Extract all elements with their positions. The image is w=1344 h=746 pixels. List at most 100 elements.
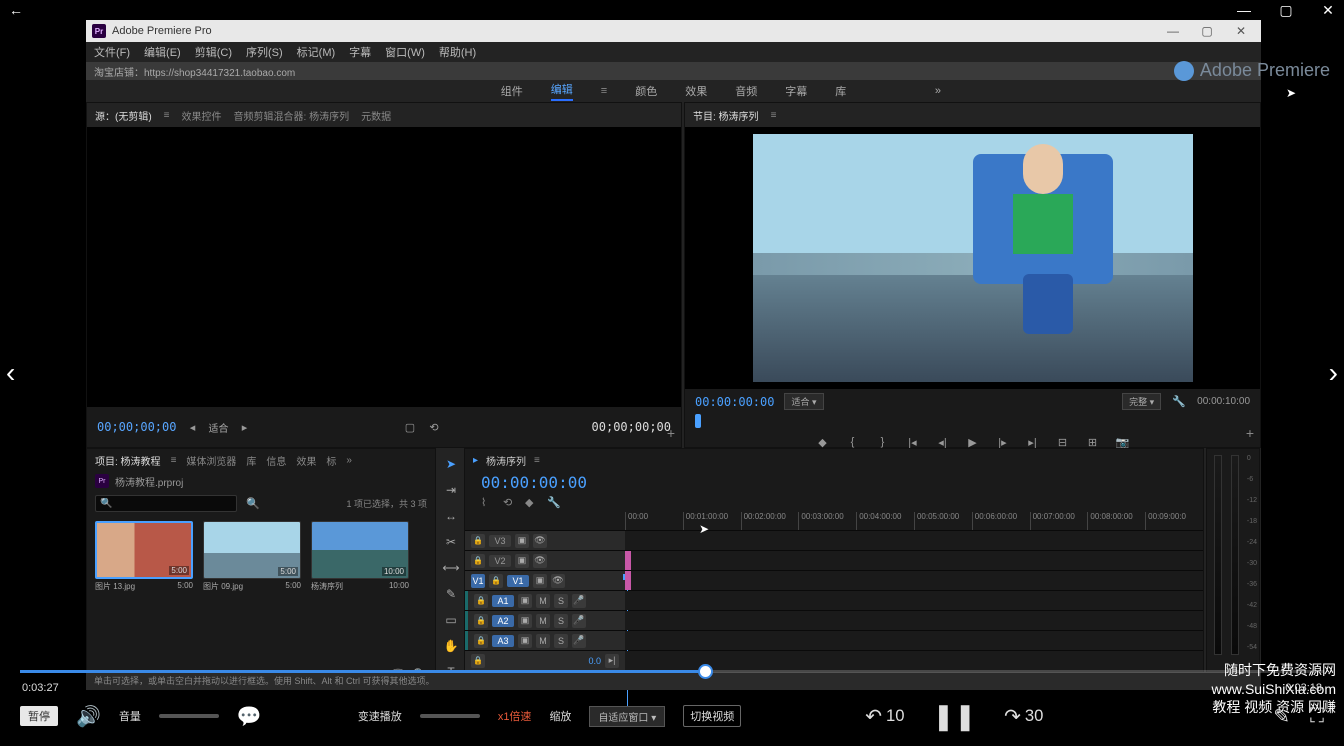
prev-arrow[interactable]: ‹ [6, 357, 15, 389]
switch-video-button[interactable]: 切换视频 [683, 705, 741, 727]
play-pause-button[interactable]: ❚❚ [932, 701, 976, 732]
track-v3-toggle[interactable]: ▣ [515, 534, 529, 548]
prog-plus-button[interactable]: + [1246, 425, 1254, 441]
track-a2-label[interactable]: A2 [492, 615, 514, 627]
ws-audio[interactable]: 音频 [735, 83, 757, 99]
ws-effects[interactable]: 效果 [685, 83, 707, 99]
menu-window[interactable]: 窗口(W) [381, 44, 429, 60]
prog-tab[interactable]: 节目: 杨涛序列 [693, 108, 759, 123]
proj-tab-project[interactable]: 项目: 杨涛教程 [95, 453, 161, 468]
src-plus-button[interactable]: + [667, 425, 675, 441]
volume-icon[interactable]: 🔊 [76, 704, 101, 729]
prog-full-dropdown[interactable]: 完整 ▾ [1122, 393, 1161, 410]
menu-file[interactable]: 文件(F) [90, 44, 134, 60]
track-v2-toggle[interactable]: ▣ [515, 554, 529, 568]
speed-slider[interactable] [420, 714, 480, 718]
razor-tool-icon[interactable]: ✂ [441, 532, 461, 552]
proj-tab-markers[interactable]: 标 [326, 453, 336, 468]
comment-icon[interactable]: 💬 [237, 704, 262, 729]
rect-tool-icon[interactable]: ▭ [441, 610, 461, 630]
src-stepback-icon[interactable]: ◂ [184, 419, 200, 435]
program-scrubber[interactable] [695, 414, 1250, 428]
proj-clip-1[interactable]: 5:00 [95, 521, 193, 579]
menu-clip[interactable]: 剪辑(C) [191, 44, 236, 60]
menu-edit[interactable]: 编辑(E) [140, 44, 185, 60]
track-v3-label[interactable]: V3 [489, 535, 511, 547]
track-a3-solo[interactable]: S [554, 634, 568, 648]
os-maximize[interactable]: ▢ [1274, 2, 1298, 19]
track-a3-toggle[interactable]: ▣ [518, 634, 532, 648]
src-tab-audiomixer[interactable]: 音频剪辑混合器: 杨涛序列 [234, 108, 350, 123]
selection-tool-icon[interactable]: ➤ [441, 454, 461, 474]
src-tab-effectcontrols[interactable]: 效果控件 [182, 108, 222, 123]
scale-dropdown[interactable]: 自适应窗口 ▾ [589, 706, 665, 727]
tl-timecode[interactable]: 00:00:00:00 [473, 471, 1195, 494]
track-a3-lock[interactable] [474, 634, 488, 648]
track-a1-solo[interactable]: S [554, 594, 568, 608]
rewind-10-button[interactable]: ↶10 [865, 704, 904, 729]
app-minimize[interactable]: — [1159, 24, 1187, 38]
clip-on-v1[interactable] [625, 571, 631, 590]
src-stepfwd-icon[interactable]: ▸ [236, 419, 252, 435]
source-monitor[interactable] [87, 127, 681, 407]
menu-marker[interactable]: 标记(M) [293, 44, 340, 60]
proj-tab-effects[interactable]: 效果 [296, 453, 316, 468]
tl-tracks-area[interactable]: V3▣👁 V2▣👁 V1V1▣👁 A1▣MS🎤 A2▣MS🎤 A3▣MS🎤 0.… [465, 530, 1203, 670]
trackselect-tool-icon[interactable]: ⇥ [441, 480, 461, 500]
track-a2-solo[interactable]: S [554, 614, 568, 628]
track-a1-mic-icon[interactable]: 🎤 [572, 594, 586, 608]
src-tab-metadata[interactable]: 元数据 [361, 108, 391, 123]
app-maximize[interactable]: ▢ [1193, 24, 1221, 38]
tl-ruler[interactable]: 00:0000:01:00:0000:02:00:00 00:03:00:000… [465, 512, 1203, 530]
fullscreen-icon[interactable]: ⛶ [1310, 705, 1324, 728]
src-link-icon[interactable]: ⟲ [426, 419, 442, 435]
track-a1-lock[interactable] [474, 594, 488, 608]
track-v1-toggle[interactable]: ▣ [533, 574, 547, 588]
forward-30-button[interactable]: ↷30 [1004, 704, 1043, 729]
proj-tab-library[interactable]: 库 [246, 453, 256, 468]
prog-wrench-icon[interactable]: 🔧 [1171, 394, 1187, 410]
tl-sequence-tab[interactable]: 杨涛序列 [486, 453, 526, 468]
edit-icon[interactable]: ✎ [1273, 704, 1290, 729]
proj-search-input[interactable] [95, 495, 237, 512]
ws-more[interactable]: » [935, 85, 941, 97]
ws-assembly[interactable]: 组件 [501, 83, 523, 99]
ws-library[interactable]: 库 [835, 83, 846, 99]
proj-clip-3[interactable]: 10:00 [311, 521, 409, 579]
track-a2-mute[interactable]: M [536, 614, 550, 628]
src-tc-left[interactable]: 00;00;00;00 [97, 420, 176, 434]
tl-marker-icon[interactable]: ◆ [525, 496, 539, 510]
ws-color[interactable]: 颜色 [635, 83, 657, 99]
tl-wrench-icon[interactable]: 🔧 [547, 496, 561, 510]
track-a1-mute[interactable]: M [536, 594, 550, 608]
track-v2-lock[interactable] [471, 554, 485, 568]
track-v1-src[interactable]: V1 [471, 574, 485, 588]
prog-tc-main[interactable]: 00:00:00:00 [695, 395, 774, 409]
pen-tool-icon[interactable]: ✎ [441, 584, 461, 604]
proj-clip-2[interactable]: 5:00 [203, 521, 301, 579]
track-v3-lock[interactable] [471, 534, 485, 548]
track-v2-eye-icon[interactable]: 👁 [533, 554, 547, 568]
track-a2-lock[interactable] [474, 614, 488, 628]
ws-editing[interactable]: 编辑 [551, 81, 573, 101]
os-back[interactable]: ← [4, 2, 28, 18]
prog-fit-dropdown[interactable]: 适合 ▾ [784, 393, 823, 410]
os-close[interactable]: ✕ [1316, 2, 1340, 19]
track-v3-eye-icon[interactable]: 👁 [533, 534, 547, 548]
proj-search-icon[interactable]: 🔍 [245, 495, 261, 511]
clip-on-v2[interactable] [625, 551, 631, 570]
proj-tab-info[interactable]: 信息 [266, 453, 286, 468]
proj-tab-mediabrowser[interactable]: 媒体浏览器 [186, 453, 236, 468]
track-v2-label[interactable]: V2 [489, 555, 511, 567]
track-v1-eye-icon[interactable]: 👁 [551, 574, 565, 588]
track-a3-label[interactable]: A3 [492, 635, 514, 647]
tl-link-icon[interactable]: ⟲ [503, 496, 517, 510]
src-fit[interactable]: 适合 [208, 420, 228, 435]
slip-tool-icon[interactable]: ⟷ [441, 558, 461, 578]
program-monitor[interactable] [685, 127, 1260, 389]
player-progress-knob[interactable] [698, 664, 713, 679]
app-close[interactable]: ✕ [1227, 24, 1255, 38]
player-progress[interactable] [20, 670, 1324, 673]
src-tab-source[interactable]: 源：(无剪辑) [95, 108, 152, 123]
track-v1-lock[interactable] [489, 574, 503, 588]
